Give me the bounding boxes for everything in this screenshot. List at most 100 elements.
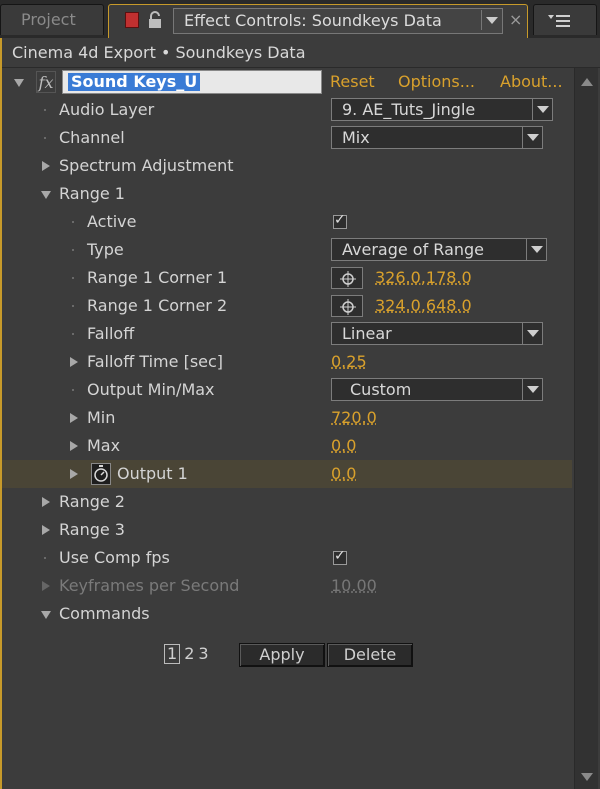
vertical-scrollbar[interactable] [574, 68, 598, 789]
active-checkbox[interactable] [333, 212, 347, 229]
commands-controls: 123 Apply Delete [2, 640, 572, 668]
collapse-triangle-icon[interactable] [41, 611, 51, 619]
effect-controls-panel: Cinema 4d Export • Soundkeys Data fx Sou… [0, 38, 600, 789]
type-dropdown[interactable]: Average of Range [331, 238, 547, 261]
output-minmax-dropdown[interactable]: Custom [331, 378, 543, 401]
options-link[interactable]: Options... [398, 68, 475, 96]
scroll-up-icon[interactable] [581, 78, 593, 86]
tree-dot [72, 305, 74, 307]
command-tab-1[interactable]: 1 [164, 644, 181, 664]
param-min: Min 720.0 [2, 404, 572, 432]
lock-icon[interactable] [147, 11, 163, 29]
tree-dot [72, 249, 74, 251]
range-3-label: Range 3 [59, 520, 125, 539]
channel-value: Mix [342, 128, 370, 147]
tab-effect-controls[interactable]: Effect Controls: Soundkeys Data × [108, 4, 528, 40]
panel-menu-icon [548, 15, 570, 27]
audio-layer-label: Audio Layer [59, 100, 155, 119]
param-spectrum-adjustment[interactable]: Spectrum Adjustment [2, 152, 572, 180]
fx-toggle-icon[interactable]: fx [36, 71, 56, 93]
channel-dropdown[interactable]: Mix [331, 126, 543, 149]
expand-triangle-icon[interactable] [42, 525, 50, 535]
close-icon[interactable]: × [509, 9, 522, 31]
corner-1-value[interactable]: 326.0,178.0 [375, 264, 472, 292]
commands-label: Commands [59, 604, 150, 623]
panel-menu-button[interactable] [533, 4, 597, 35]
tree-dot [44, 557, 46, 559]
command-tabs: 123 [164, 640, 213, 668]
apply-button[interactable]: Apply [239, 643, 325, 667]
layer-path: Cinema 4d Export • Soundkeys Data [2, 38, 600, 68]
about-link[interactable]: About... [500, 68, 563, 96]
param-range-1-corner-2: Range 1 Corner 2 324.0,648.0 [2, 292, 572, 320]
chevron-down-icon[interactable] [481, 10, 501, 30]
effect-parameter-list: fx Sound Keys_U Reset Options... About..… [2, 68, 572, 789]
command-tab-3[interactable]: 3 [198, 640, 208, 668]
tree-dot [72, 389, 74, 391]
expand-triangle-icon[interactable] [70, 357, 78, 367]
command-tab-2[interactable]: 2 [184, 640, 194, 668]
chevron-down-icon [522, 127, 542, 148]
expand-triangle-icon[interactable] [42, 497, 50, 507]
group-range-1[interactable]: Range 1 [2, 180, 572, 208]
panel-tab-bar: Project Effect Controls: Soundkeys Data … [0, 0, 600, 40]
tree-dot [72, 277, 74, 279]
tab-project[interactable]: Project [0, 4, 104, 35]
tab-project-label: Project [21, 10, 76, 29]
fx-glyph: fx [38, 73, 54, 92]
param-keyframes-per-second: Keyframes per Second 10.00 [2, 572, 572, 600]
stopwatch-icon[interactable] [91, 463, 111, 485]
falloff-dropdown[interactable]: Linear [331, 322, 543, 345]
expand-triangle-icon[interactable] [70, 469, 78, 479]
param-output-1: Output 1 0.0 [2, 460, 572, 488]
expand-triangle-icon[interactable] [42, 161, 50, 171]
corner-2-label: Range 1 Corner 2 [87, 296, 228, 315]
falloff-time-value[interactable]: 0.25 [331, 348, 367, 376]
chevron-down-icon [522, 379, 542, 400]
min-value[interactable]: 720.0 [331, 404, 377, 432]
color-label-icon[interactable] [125, 12, 139, 28]
group-range-3[interactable]: Range 3 [2, 516, 572, 544]
channel-label: Channel [59, 128, 125, 147]
use-comp-fps-checkbox[interactable] [333, 548, 347, 565]
crosshair-icon[interactable] [331, 295, 363, 317]
effect-name-input[interactable]: Sound Keys_U [62, 70, 322, 94]
tree-dot [44, 137, 46, 139]
reset-link[interactable]: Reset [330, 68, 375, 96]
chevron-down-icon [526, 239, 546, 260]
max-value[interactable]: 0.0 [331, 432, 356, 460]
param-range-1-corner-1: Range 1 Corner 1 326.0,178.0 [2, 264, 572, 292]
layer-path-text: Cinema 4d Export • Soundkeys Data [12, 43, 306, 62]
group-commands[interactable]: Commands [2, 600, 572, 628]
apply-button-label: Apply [259, 645, 305, 664]
output-1-label: Output 1 [117, 464, 188, 483]
tree-dot [44, 109, 46, 111]
corner-2-value[interactable]: 324.0,648.0 [375, 292, 472, 320]
param-output-minmax: Output Min/Max Custom [2, 376, 572, 404]
range-2-label: Range 2 [59, 492, 125, 511]
output-1-value[interactable]: 0.0 [331, 460, 356, 488]
param-falloff: Falloff Linear [2, 320, 572, 348]
output-minmax-value: Custom [350, 380, 412, 399]
expand-triangle-icon[interactable] [70, 413, 78, 423]
param-audio-layer: Audio Layer 9. AE_Tuts_Jingle [2, 96, 572, 124]
crosshair-icon[interactable] [331, 267, 363, 289]
effect-collapse-triangle-icon[interactable] [14, 79, 24, 87]
audio-layer-dropdown[interactable]: 9. AE_Tuts_Jingle [331, 98, 553, 121]
scroll-down-icon[interactable] [581, 773, 593, 781]
chevron-down-icon [522, 323, 542, 344]
expand-triangle-icon[interactable] [70, 441, 78, 451]
delete-button-label: Delete [343, 645, 397, 664]
param-falloff-time: Falloff Time [sec] 0.25 [2, 348, 572, 376]
param-use-comp-fps: Use Comp fps [2, 544, 572, 572]
group-range-2[interactable]: Range 2 [2, 488, 572, 516]
param-active: Active [2, 208, 572, 236]
keyframes-per-second-label: Keyframes per Second [59, 576, 240, 595]
effect-header-row: fx Sound Keys_U Reset Options... About..… [2, 68, 572, 96]
active-label: Active [87, 212, 137, 231]
effect-controls-title: Effect Controls: Soundkeys Data [173, 8, 503, 34]
delete-button[interactable]: Delete [327, 643, 413, 667]
collapse-triangle-icon[interactable] [41, 191, 51, 199]
falloff-value: Linear [342, 324, 392, 343]
expand-triangle-icon [42, 581, 50, 591]
